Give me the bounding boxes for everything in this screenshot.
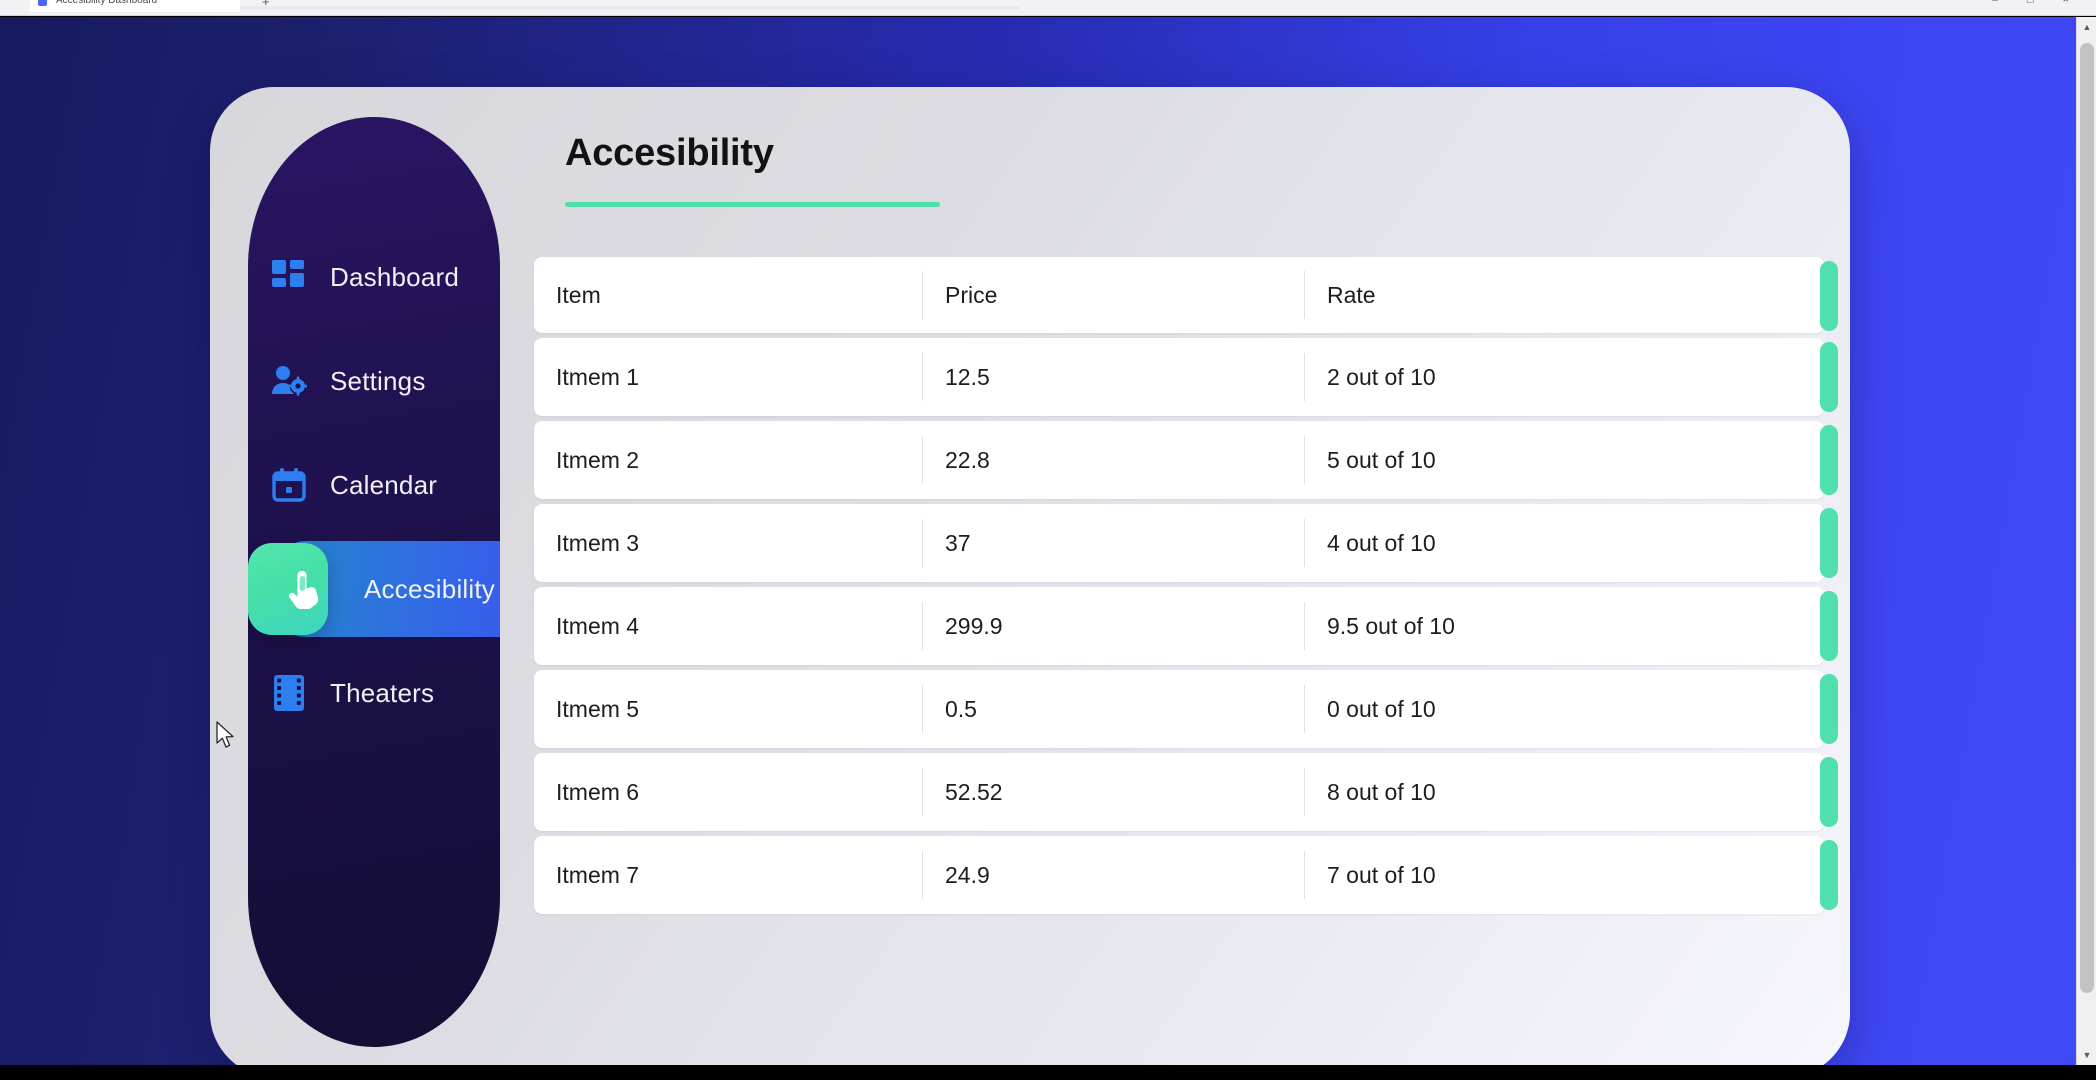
column-header-price: Price [922, 271, 1304, 319]
items-table: Item Price Rate Itmem 1 12.5 2 out of 10… [534, 257, 1838, 919]
cell-item: Itmem 6 [556, 778, 640, 805]
cell-rate: 2 out of 10 [1304, 353, 1774, 401]
address-bar[interactable] [120, 6, 1020, 10]
cell-price: 24.9 [922, 851, 1304, 899]
table-row[interactable]: Itmem 3 37 4 out of 10 [534, 504, 1838, 582]
cell-price: 12.5 [922, 353, 1304, 401]
window-bottom-frame [0, 1065, 2096, 1080]
cell-price: 52.52 [922, 768, 1304, 816]
cell-price: 0.5 [922, 685, 1304, 733]
sidebar-item-dashboard[interactable]: Dashboard [248, 225, 500, 329]
tap-hand-icon [282, 566, 328, 612]
page-viewport: Dashboard Settings Calendar Accesibility… [0, 17, 2076, 1065]
sidebar-item-label: Dashboard [330, 261, 459, 292]
browser-tab-label: Accesibility Dashboard [56, 0, 158, 6]
cell-item: Itmem 1 [556, 363, 640, 390]
cell-rate: 7 out of 10 [1304, 851, 1774, 899]
column-header-item: Item [556, 281, 601, 308]
main-content: Accesibility Item Price Rate Itmem 1 12.… [520, 117, 1838, 1047]
table-row[interactable]: Itmem 2 22.8 5 out of 10 [534, 421, 1838, 499]
table-row[interactable]: Itmem 1 12.5 2 out of 10 [534, 338, 1838, 416]
cell-rate: 4 out of 10 [1304, 519, 1774, 567]
new-tab-button[interactable]: + [262, 0, 270, 9]
cell-item: Itmem 5 [556, 695, 640, 722]
sidebar-item-label: Accesibility [364, 573, 495, 604]
sidebar-item-label: Calendar [330, 469, 438, 500]
cell-price: 37 [922, 519, 1304, 567]
column-header-rate: Rate [1304, 271, 1774, 319]
row-accent-bar [1820, 840, 1838, 910]
sidebar-item-theaters[interactable]: Theaters [248, 641, 500, 745]
table-row[interactable]: Itmem 4 299.9 9.5 out of 10 [534, 587, 1838, 665]
row-accent-bar [1820, 757, 1838, 827]
cell-item: Itmem 2 [556, 446, 640, 473]
cell-rate: 0 out of 10 [1304, 685, 1774, 733]
row-accent-bar [1820, 342, 1838, 412]
browser-chrome: Accesibility Dashboard + – □ × [0, 0, 2096, 16]
calendar-icon [266, 462, 312, 508]
sidebar-item-accesibility[interactable]: Accesibility [248, 537, 500, 641]
cell-item: Itmem 3 [556, 529, 640, 556]
table-row[interactable]: Itmem 5 0.5 0 out of 10 [534, 670, 1838, 748]
row-accent-bar [1820, 425, 1838, 495]
row-accent-bar [1820, 261, 1838, 331]
cell-item: Itmem 7 [556, 861, 640, 888]
favicon-icon [38, 0, 47, 6]
sidebar: Dashboard Settings Calendar Accesibility… [248, 117, 500, 1047]
browser-tab[interactable]: Accesibility Dashboard [30, 0, 240, 12]
title-underline [565, 202, 940, 207]
grid-icon [266, 254, 312, 300]
cell-rate: 8 out of 10 [1304, 768, 1774, 816]
cell-price: 299.9 [922, 602, 1304, 650]
cell-rate: 5 out of 10 [1304, 436, 1774, 484]
scroll-down-arrow-icon[interactable]: ▼ [2077, 1045, 2096, 1065]
vertical-scrollbar[interactable]: ▲ ▼ [2076, 17, 2096, 1065]
cell-price: 22.8 [922, 436, 1304, 484]
sidebar-item-settings[interactable]: Settings [248, 329, 500, 433]
sidebar-nav-list: Dashboard Settings Calendar Accesibility… [248, 225, 500, 745]
sidebar-item-calendar[interactable]: Calendar [248, 433, 500, 537]
user-gear-icon [266, 358, 312, 404]
page-title: Accesibility [565, 132, 774, 174]
scrollbar-thumb[interactable] [2080, 43, 2094, 993]
cell-rate: 9.5 out of 10 [1304, 602, 1774, 650]
row-accent-bar [1820, 591, 1838, 661]
table-header-row: Item Price Rate [534, 257, 1838, 333]
film-strip-icon [266, 670, 312, 716]
scroll-up-arrow-icon[interactable]: ▲ [2077, 17, 2096, 37]
window-controls[interactable]: – □ × [1992, 0, 2082, 6]
table-row[interactable]: Itmem 6 52.52 8 out of 10 [534, 753, 1838, 831]
table-row[interactable]: Itmem 7 24.9 7 out of 10 [534, 836, 1838, 914]
row-accent-bar [1820, 674, 1838, 744]
cell-item: Itmem 4 [556, 612, 640, 639]
sidebar-item-label: Settings [330, 365, 426, 396]
sidebar-item-label: Theaters [330, 677, 435, 708]
row-accent-bar [1820, 508, 1838, 578]
